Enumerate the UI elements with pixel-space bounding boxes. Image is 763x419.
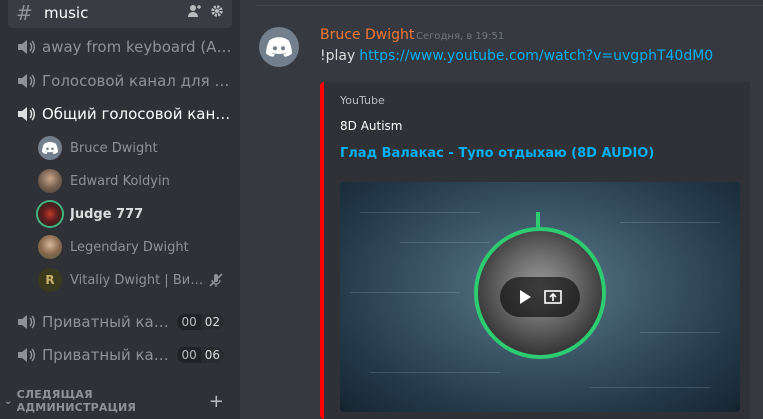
voice-user[interactable]: Legendary Dwight [38, 232, 224, 262]
embed-author[interactable]: 8D Autism [340, 119, 402, 133]
user-limit: 02 [200, 314, 224, 330]
channel-name: Приватный канал... [42, 346, 177, 364]
avatar [38, 136, 62, 160]
voice-user[interactable]: R Vitaliy Dwight | Вит... [38, 265, 224, 295]
avatar [38, 235, 62, 259]
play-icon[interactable] [518, 289, 532, 305]
category-header[interactable]: ⌄ СЛЕДЯЩАЯ АДМИНИСТРАЦИЯ + [4, 388, 232, 414]
channel-sidebar: # music away from keyboard (AFK) Голосов… [0, 0, 240, 419]
user-name: Judge 777 [70, 206, 144, 222]
channel-name: Общий голосовой канал [42, 105, 232, 123]
user-count: 00 [177, 347, 201, 363]
channel-music[interactable]: # music [8, 0, 232, 28]
voice-user[interactable]: Edward Koldyin [38, 166, 224, 196]
user-count: 00 [177, 314, 201, 330]
add-channel-icon[interactable]: + [209, 391, 224, 412]
avatar[interactable] [259, 27, 299, 67]
voice-channel-common[interactable]: Общий голосовой канал [8, 99, 232, 129]
user-name: Vitaliy Dwight | Вит... [70, 272, 204, 288]
chevron-down-icon: ⌄ [4, 395, 13, 407]
channel-name: Голосовой канал для со... [42, 72, 232, 90]
avatar [38, 202, 62, 226]
message-link[interactable]: https://www.youtube.com/watch?v=uvgphT40… [359, 48, 713, 64]
embed-title[interactable]: Глад Валакас - Тупо отдыхаю (8D AUDIO) [340, 146, 654, 161]
message-content: !play https://www.youtube.com/watch?v=uvg… [320, 48, 713, 64]
video-thumbnail[interactable] [340, 182, 740, 412]
user-name: Legendary Dwight [70, 239, 189, 255]
speaker-icon [18, 107, 35, 121]
user-limit-badge: 00 06 [177, 347, 224, 363]
discord-logo-icon [266, 37, 292, 57]
category-name: СЛЕДЯЩАЯ АДМИНИСТРАЦИЯ [16, 388, 137, 414]
youtube-embed: YouTube 8D Autism Глад Валакас - Тупо от… [320, 82, 750, 419]
user-limit: 06 [200, 347, 224, 363]
message-timestamp: Сегодня, в 19:51 [416, 31, 505, 42]
avatar: R [38, 268, 62, 292]
speaker-icon [18, 74, 35, 88]
speaker-icon [18, 315, 35, 329]
play-overlay[interactable] [500, 277, 580, 317]
channel-name: music [44, 4, 89, 22]
hash-icon: # [16, 1, 33, 25]
invite-icon[interactable] [188, 4, 202, 22]
voice-channel-private[interactable]: Приватный канал... 00 02 [8, 307, 232, 337]
voice-user-speaking[interactable]: Judge 777 [38, 199, 224, 229]
speaker-icon [18, 348, 35, 362]
mic-muted-icon [209, 273, 223, 287]
embed-provider[interactable]: YouTube [340, 94, 385, 107]
speaker-icon [18, 40, 35, 54]
discord-logo-icon [42, 142, 58, 154]
open-external-icon[interactable] [544, 289, 562, 305]
message-author[interactable]: Bruce Dwight [320, 27, 414, 43]
user-limit-badge: 00 02 [177, 314, 224, 330]
voice-channel-afk[interactable]: away from keyboard (AFK) [8, 32, 232, 62]
voice-channel-private[interactable]: Приватный канал... 00 06 [8, 340, 232, 370]
user-name: Bruce Dwight [70, 140, 158, 156]
gear-icon[interactable] [210, 4, 224, 22]
voice-channel-general-2[interactable]: Голосовой канал для со... [8, 66, 232, 96]
channel-name: Приватный канал... [42, 313, 177, 331]
divider [256, 5, 763, 6]
channel-name: away from keyboard (AFK) [42, 38, 232, 56]
avatar [38, 169, 62, 193]
message-command: !play [320, 48, 356, 64]
voice-user[interactable]: Bruce Dwight [38, 133, 224, 163]
chat-area: Bruce Dwight Сегодня, в 19:51 !play https… [240, 0, 763, 419]
user-name: Edward Koldyin [70, 173, 170, 189]
